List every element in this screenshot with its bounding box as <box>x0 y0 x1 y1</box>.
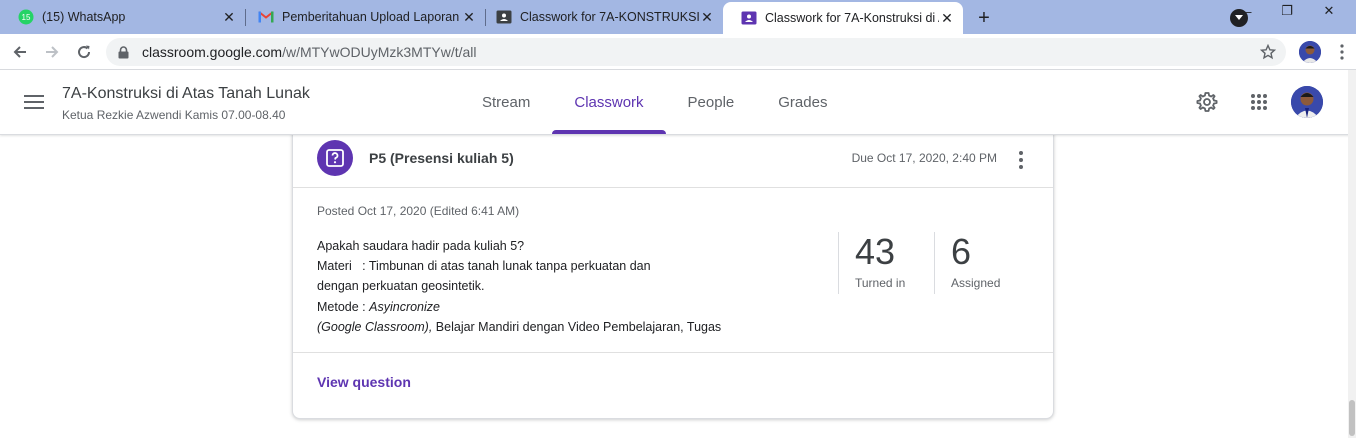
description-line: Apakah saudara hadir pada kuliah 5? <box>317 239 525 253</box>
forward-button[interactable] <box>40 40 64 64</box>
close-window-button[interactable]: ✕ <box>1314 0 1344 22</box>
classroom-icon <box>741 10 757 26</box>
class-nav-tabs: Stream Classwork People Grades <box>460 70 849 134</box>
tab-title: Pemberitahuan Upload Laporan Ta <box>282 10 461 24</box>
reload-icon <box>78 45 91 59</box>
reload-button[interactable] <box>72 40 96 64</box>
url-text: classroom.google.com/w/MTYwODUyMzk3MTYw/… <box>142 44 477 60</box>
account-avatar[interactable] <box>1291 86 1323 118</box>
browser-menu-button[interactable] <box>1334 42 1350 62</box>
browser-tab-strip: 15 (15) WhatsApp ✕ Pemberitahuan Upload … <box>0 0 1356 34</box>
class-name[interactable]: 7A-Konstruksi di Atas Tanah Lunak <box>62 85 310 103</box>
menu-icon-bar <box>24 101 44 103</box>
turned-in-stat[interactable]: 43 Turned in <box>838 232 934 294</box>
back-button[interactable] <box>8 40 32 64</box>
url-host: classroom.google.com <box>142 44 283 60</box>
turned-in-count: 43 <box>855 231 896 272</box>
browser-tab-gmail[interactable]: Pemberitahuan Upload Laporan Ta ✕ <box>240 0 485 34</box>
window-controls: — ❐ ✕ <box>1230 0 1356 30</box>
browser-toolbar: classroom.google.com/w/MTYwODUyMzk3MTYw/… <box>0 34 1356 70</box>
turned-in-label: Turned in <box>855 276 906 290</box>
description-line: Metode : Asyincronize <box>317 297 817 317</box>
browser-profile-avatar[interactable] <box>1299 41 1321 63</box>
more-vert-icon-dot <box>1019 158 1023 162</box>
more-options-button[interactable] <box>1009 148 1033 172</box>
assigned-label: Assigned <box>951 276 1001 290</box>
close-tab-icon[interactable]: ✕ <box>939 10 955 26</box>
gear-icon <box>1196 92 1218 112</box>
classroom-icon <box>496 9 512 25</box>
address-bar[interactable]: classroom.google.com/w/MTYwODUyMzk3MTYw/… <box>106 38 1286 66</box>
assignment-card-header[interactable]: P5 (Presensi kuliah 5) Due Oct 17, 2020,… <box>293 128 1053 188</box>
tab-people[interactable]: People <box>666 70 757 134</box>
apps-button[interactable] <box>1247 90 1271 114</box>
method-label: Metode : <box>317 299 370 314</box>
assignment-due-date: Due Oct 17, 2020, 2:40 PM <box>851 151 997 165</box>
svg-text:15: 15 <box>22 13 31 22</box>
tab-title: Classwork for 7A-KONSTRUKSI DI <box>520 10 699 24</box>
method-value: Asyincronize <box>369 299 440 314</box>
description-line: (Google Classroom), Belajar Mandiri deng… <box>317 317 817 337</box>
assignment-card: P5 (Presensi kuliah 5) Due Oct 17, 2020,… <box>292 127 1054 419</box>
tab-title: (15) WhatsApp <box>42 10 126 24</box>
whatsapp-icon: 15 <box>18 9 34 25</box>
more-vert-icon-dot <box>1019 165 1023 169</box>
more-vert-icon-dot <box>1019 151 1023 155</box>
arrow-right-icon <box>46 46 59 58</box>
browser-tab-classroom-1[interactable]: Classwork for 7A-KONSTRUKSI DI ✕ <box>478 0 723 34</box>
browser-tab-classroom-active[interactable]: Classwork for 7A-Konstruksi di At ✕ <box>723 2 963 34</box>
browser-tab-whatsapp[interactable]: 15 (15) WhatsApp ✕ <box>0 0 245 34</box>
classwork-content: P5 (Presensi kuliah 5) Due Oct 17, 2020,… <box>0 127 1356 438</box>
question-icon <box>317 140 353 176</box>
description-line: dengan perkuatan geosintetik. <box>317 279 485 294</box>
assignment-title: P5 (Presensi kuliah 5) <box>369 150 514 166</box>
assigned-count: 6 <box>951 231 972 272</box>
bookmark-star-icon[interactable] <box>1258 42 1278 62</box>
main-menu-button[interactable] <box>22 90 46 114</box>
plus-icon: + <box>978 6 990 29</box>
classroom-header: 7A-Konstruksi di Atas Tanah Lunak Ketua … <box>0 70 1356 135</box>
view-question-link[interactable]: View question <box>317 374 411 390</box>
tab-grades[interactable]: Grades <box>756 70 849 134</box>
close-tab-icon[interactable]: ✕ <box>699 9 715 25</box>
minimize-button[interactable]: — <box>1230 0 1260 22</box>
url-path: /w/MTYwODUyMzk3MTYw/t/all <box>282 44 477 60</box>
method-platform: (Google Classroom), <box>317 319 433 334</box>
menu-icon-bar <box>24 95 44 97</box>
lock-icon <box>118 45 132 59</box>
card-divider <box>293 352 1053 353</box>
posted-date: Posted Oct 17, 2020 (Edited 6:41 AM) <box>317 204 520 218</box>
assignment-description: Apakah saudara hadir pada kuliah 5? Mate… <box>317 236 817 337</box>
scrollbar-thumb[interactable] <box>1349 400 1355 436</box>
more-vert-icon <box>1340 44 1344 60</box>
tab-stream[interactable]: Stream <box>460 70 552 134</box>
tab-classwork[interactable]: Classwork <box>552 70 666 134</box>
page-scrollbar[interactable] <box>1348 70 1356 438</box>
description-line: Materi : Timbunan di atas tanah lunak ta… <box>317 259 651 274</box>
apps-grid-icon <box>1251 94 1267 110</box>
close-tab-icon[interactable]: ✕ <box>461 9 477 25</box>
settings-button[interactable] <box>1195 90 1219 114</box>
arrow-left-icon <box>13 46 26 58</box>
new-tab-button[interactable]: + <box>971 5 997 31</box>
maximize-button[interactable]: ❐ <box>1272 0 1302 22</box>
tab-title: Classwork for 7A-Konstruksi di At <box>765 11 939 25</box>
menu-icon-bar <box>24 107 44 109</box>
class-section: Ketua Rezkie Azwendi Kamis 07.00-08.40 <box>62 108 286 122</box>
method-detail: Belajar Mandiri dengan Video Pembelajara… <box>432 319 722 334</box>
assigned-stat[interactable]: 6 Assigned <box>934 232 1030 294</box>
gmail-icon <box>258 9 274 25</box>
close-tab-icon[interactable]: ✕ <box>221 9 237 25</box>
